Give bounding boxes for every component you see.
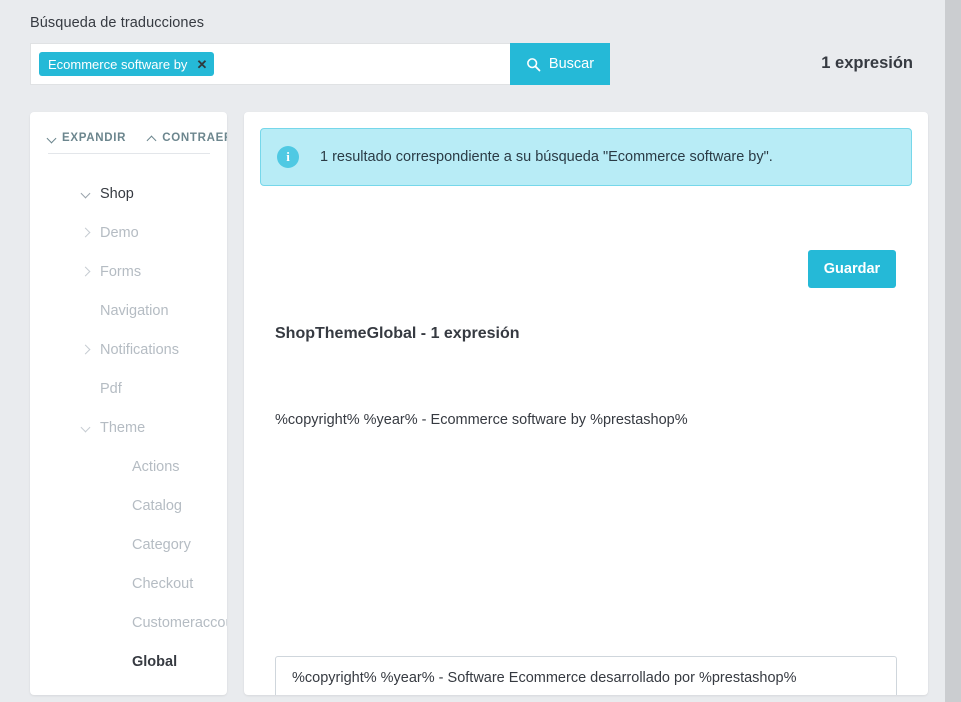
search-icon [526, 57, 541, 72]
tree-item-notifications[interactable]: Notifications [30, 330, 227, 369]
page-title: Búsqueda de traducciones [30, 15, 205, 31]
search-row: Ecommerce software by ✕ Buscar [30, 43, 610, 85]
info-icon: i [277, 146, 299, 168]
tree-item-label: Category [132, 536, 191, 553]
tree-item-label: Actions [132, 458, 180, 475]
chevron-down-icon [82, 423, 91, 432]
chevron-down-icon [48, 134, 57, 143]
tree-item-label: Forms [100, 263, 142, 280]
tree-item-label: Customeraccount [132, 614, 227, 631]
expression-count: 1 expresión [821, 54, 913, 72]
search-button[interactable]: Buscar [510, 43, 610, 85]
translation-textarea[interactable] [275, 656, 897, 695]
main-panel: i 1 resultado correspondiente a su búsqu… [244, 112, 928, 695]
tree-item-label: Shop [100, 185, 134, 202]
chevron-right-icon [78, 228, 94, 237]
expand-all-button[interactable]: EXPANDIR [48, 132, 126, 144]
search-input[interactable]: Ecommerce software by ✕ [30, 43, 510, 85]
tree-item-category[interactable]: Category [30, 525, 227, 564]
translation-row: Shop > Theme > Global Reinicializar Guar… [244, 439, 928, 695]
search-result-alert: i 1 resultado correspondiente a su búsqu… [260, 128, 912, 186]
tree-item-navigation[interactable]: Navigation [30, 291, 227, 330]
tree-item-label: Demo [100, 224, 139, 241]
translation-tree: Shop Demo Forms Navigation Notifications Pdf T… [30, 174, 227, 681]
sidebar-panel: EXPANDIR CONTRAER Shop Demo Forms Navigatio… [30, 112, 227, 695]
tree-item-forms[interactable]: Forms [30, 252, 227, 291]
tree-item-pdf[interactable]: Pdf [30, 369, 227, 408]
alert-message: 1 resultado correspondiente a su búsqued… [320, 149, 773, 165]
search-button-label: Buscar [548, 56, 595, 72]
search-header: Búsqueda de traducciones Ecommerce softw… [0, 0, 945, 102]
tree-item-theme[interactable]: Theme [30, 408, 227, 447]
tree-item-checkout[interactable]: Checkout [30, 564, 227, 603]
search-field-wrapper: Ecommerce software by ✕ Buscar [30, 43, 610, 85]
chevron-right-icon [82, 267, 91, 276]
expand-all-label: EXPANDIR [62, 132, 127, 144]
tree-item-shop[interactable]: Shop [30, 174, 227, 213]
chevron-right-icon [78, 267, 94, 276]
tree-item-label: Pdf [100, 380, 122, 397]
chevron-up-icon [148, 134, 157, 143]
tree-item-catalog[interactable]: Catalog [30, 486, 227, 525]
close-icon[interactable]: ✕ [196, 58, 207, 71]
chevron-right-icon [78, 345, 94, 354]
tree-item-global[interactable]: Global [30, 642, 227, 681]
search-tag-label: Ecommerce software by [48, 56, 188, 72]
tree-item-label: Notifications [100, 341, 179, 358]
tree-item-label: Global [132, 653, 178, 670]
chevron-down-icon [78, 189, 94, 198]
tree-item-label: Theme [100, 419, 146, 436]
chevron-right-icon [82, 228, 91, 237]
tree-item-customeraccount[interactable]: Customeraccount [30, 603, 227, 642]
save-button-top[interactable]: Guardar [808, 250, 896, 288]
chevron-right-icon [82, 345, 91, 354]
tree-item-label: Catalog [132, 497, 182, 514]
collapse-all-label: CONTRAER [162, 132, 227, 144]
search-tag-chip[interactable]: Ecommerce software by ✕ [39, 52, 215, 76]
source-string: %copyright% %year% - Ecommerce software … [275, 412, 688, 428]
tree-item-label: Navigation [100, 302, 169, 319]
tree-item-label: Checkout [132, 575, 194, 592]
tree-item-demo[interactable]: Demo [30, 213, 227, 252]
collapse-all-button[interactable]: CONTRAER [148, 132, 227, 144]
tree-item-actions[interactable]: Actions [30, 447, 227, 486]
tree-controls: EXPANDIR CONTRAER [48, 132, 227, 154]
page-scrollbar[interactable] [945, 0, 961, 702]
section-title: ShopThemeGlobal - 1 expresión [275, 325, 520, 342]
chevron-down-icon [78, 423, 94, 432]
chevron-down-icon [82, 189, 91, 198]
page-root: Búsqueda de traducciones Ecommerce softw… [0, 0, 945, 702]
